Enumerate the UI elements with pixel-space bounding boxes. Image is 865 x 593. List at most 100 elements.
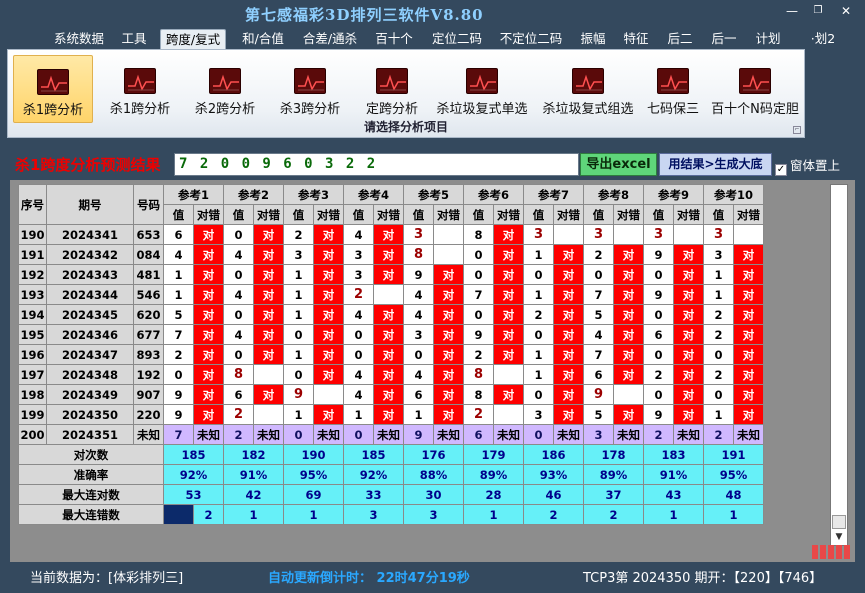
menu-item-last-one[interactable]: 后一: [706, 29, 742, 49]
ref-value-cell: 4: [223, 244, 254, 265]
header-value[interactable]: 值: [703, 204, 734, 225]
stats-value: 2: [523, 504, 584, 525]
header-check[interactable]: 对错: [433, 204, 464, 225]
header-value[interactable]: 值: [223, 204, 254, 225]
header-seq[interactable]: 序号: [18, 184, 47, 225]
header-value[interactable]: 值: [583, 204, 614, 225]
generate-base-button[interactable]: 用结果>生成大底: [659, 153, 772, 176]
ref-value-cell: 4: [343, 364, 374, 385]
ref-check-cell: [673, 224, 704, 245]
restore-button[interactable]: ❐: [810, 4, 826, 18]
stats-value: 95%: [283, 464, 344, 485]
header-value[interactable]: 值: [523, 204, 554, 225]
close-button[interactable]: ✕: [838, 4, 854, 18]
header-period[interactable]: 期号: [46, 184, 134, 225]
table-row[interactable]: 199 2024350 220 9 对 2 1 对 1 对 1 对 2 3 对 5 对 9 对 1 对: [18, 404, 764, 425]
ribbon-button-junk-group[interactable]: 杀垃圾复式组选: [537, 55, 639, 123]
vertical-scrollbar[interactable]: ▼: [830, 184, 848, 546]
header-check[interactable]: 对错: [193, 204, 224, 225]
ribbon-button-kill3-span[interactable]: 杀3跨分析: [270, 55, 350, 123]
checkbox-check-icon[interactable]: ✓: [775, 164, 787, 176]
header-check[interactable]: 对错: [673, 204, 704, 225]
row-seq: 194: [18, 304, 47, 325]
ribbon-button-label: 杀1跨分析: [109, 102, 171, 117]
menu-item-tools[interactable]: 工具: [117, 29, 151, 49]
ref-value-cell: 1: [163, 264, 194, 285]
table-row[interactable]: 195 2024346 677 7 对 4 对 0 对 0 对 3 对 9 对 0 对 4 对 6 对 2 对: [18, 324, 764, 345]
header-check[interactable]: 对错: [733, 204, 764, 225]
header-check[interactable]: 对错: [553, 204, 584, 225]
menu-item-span-compound[interactable]: 跨度/复式: [160, 29, 226, 49]
ref-value-cell: 4: [223, 324, 254, 345]
table-row[interactable]: 197 2024348 192 0 对 8 0 对 4 对 4 对 8 1 对 6 对 2 对 2 对: [18, 364, 764, 385]
ribbon-launcher-icon[interactable]: ⌐: [793, 126, 801, 134]
header-ref[interactable]: 参考8: [583, 184, 644, 205]
header-value[interactable]: 值: [643, 204, 674, 225]
result-value-field[interactable]: 7 2 0 0 9 6 0 3 2 2: [174, 153, 579, 176]
header-ref[interactable]: 参考10: [703, 184, 764, 205]
header-value[interactable]: 值: [403, 204, 434, 225]
ref-value-cell: 4: [403, 364, 434, 385]
minimize-button[interactable]: —: [784, 4, 800, 18]
ref-value-cell: 2: [223, 404, 254, 425]
menu-item-system-data[interactable]: 系统数据: [50, 29, 108, 49]
header-ref[interactable]: 参考3: [283, 184, 344, 205]
stats-row: 最大连错数 2 1 1 3 3 1 2 2 1 1: [18, 504, 764, 525]
scrollbar-thumb[interactable]: [832, 515, 846, 529]
scroll-down-icon[interactable]: ▼: [832, 530, 846, 544]
table-header-row: 序号 期号 号码 参考1 参考2 参考3 参考4 参考5 参考6 参考7 参考8 参考9 参考10: [18, 184, 764, 225]
menu-item-sum[interactable]: 和/合值: [235, 29, 291, 49]
header-value[interactable]: 值: [463, 204, 494, 225]
export-excel-button[interactable]: 导出excel: [580, 153, 657, 176]
header-ref[interactable]: 参考1: [163, 184, 224, 205]
menu-item-diff[interactable]: 合差/通杀: [298, 29, 362, 49]
ref-check-cell: 对: [553, 344, 584, 365]
header-value[interactable]: 值: [283, 204, 314, 225]
header-ref[interactable]: 参考7: [523, 184, 584, 205]
header-ref[interactable]: 参考6: [463, 184, 524, 205]
ref-value-cell: 0: [523, 424, 554, 445]
ribbon-button-seven-three[interactable]: 七码保三: [642, 55, 704, 123]
ref-value-cell: 3: [343, 264, 374, 285]
table-row[interactable]: 198 2024349 907 9 对 6 对 9 4 对 6 对 8 对 0 对 9 0 对 0 对: [18, 384, 764, 405]
table-row[interactable]: 192 2024343 481 1 对 0 对 1 对 3 对 9 对 0 对 0 对 0 对 0 对 1 对: [18, 264, 764, 285]
header-check[interactable]: 对错: [613, 204, 644, 225]
menu-item-plan[interactable]: 计划: [750, 29, 786, 49]
header-number[interactable]: 号码: [133, 184, 164, 225]
menu-item-plan2[interactable]: ·划2: [808, 29, 838, 49]
ref-value-cell: 0: [643, 264, 674, 285]
ribbon-button-digit-n-code[interactable]: 百十个N码定胆: [708, 55, 802, 123]
menu-item-last-two[interactable]: 后二: [662, 29, 698, 49]
table-row[interactable]: 191 2024342 084 4 对 4 对 3 对 3 对 8 0 对 1 对 2 对 9 对 3 对: [18, 244, 764, 265]
header-check[interactable]: 对错: [253, 204, 284, 225]
header-ref[interactable]: 参考5: [403, 184, 464, 205]
header-check[interactable]: 对错: [313, 204, 344, 225]
header-check[interactable]: 对错: [493, 204, 524, 225]
ribbon-button-kill2-span[interactable]: 杀2跨分析: [185, 55, 265, 123]
table-row[interactable]: 194 2024345 620 5 对 0 对 1 对 4 对 4 对 0 对 2 对 5 对 0 对 2 对: [18, 304, 764, 325]
stats-label: 准确率: [18, 464, 164, 485]
ref-value-cell: 5: [163, 304, 194, 325]
ribbon-button-kill1-span-alt[interactable]: 杀1跨分析: [100, 55, 180, 123]
header-ref[interactable]: 参考2: [223, 184, 284, 205]
stats-value: 182: [223, 444, 284, 465]
menu-item-feature[interactable]: 特征: [618, 29, 654, 49]
header-check[interactable]: 对错: [373, 204, 404, 225]
ribbon-button-junk-single[interactable]: 杀垃圾复式单选: [432, 55, 532, 123]
menu-item-digits[interactable]: 百十个: [370, 29, 418, 49]
table-row[interactable]: 196 2024347 893 2 对 0 对 1 对 0 对 0 对 2 对 1 对 7 对 0 对 0 对: [18, 344, 764, 365]
header-ref[interactable]: 参考4: [343, 184, 404, 205]
menu-item-pos-two[interactable]: 定位二码: [427, 29, 487, 49]
row-number: 907: [133, 384, 164, 405]
ribbon-button-kill1-span[interactable]: 杀1跨分析: [13, 55, 93, 123]
menu-item-nonpos-two[interactable]: 不定位二码: [495, 29, 567, 49]
table-row[interactable]: 193 2024344 546 1 对 4 对 1 对 2 4 对 7 对 1 对 7 对 9 对 1 对: [18, 284, 764, 305]
header-value[interactable]: 值: [163, 204, 194, 225]
table-row[interactable]: 200 2024351 未知 7 未知 2 未知 0 未知 0 未知 9 未知 6 未知 0 未知 3 未知 2 未知 2…: [18, 424, 764, 445]
menu-item-amplitude[interactable]: 振幅: [575, 29, 611, 49]
on-top-checkbox[interactable]: ✓ 窗体置上: [775, 155, 840, 176]
table-row[interactable]: 190 2024341 653 6 对 0 对 2 对 4 对 3 8 对 3 3 3 3: [18, 224, 764, 245]
header-ref[interactable]: 参考9: [643, 184, 704, 205]
ribbon-button-fixed-span[interactable]: 定跨分析: [353, 55, 431, 123]
header-value[interactable]: 值: [343, 204, 374, 225]
